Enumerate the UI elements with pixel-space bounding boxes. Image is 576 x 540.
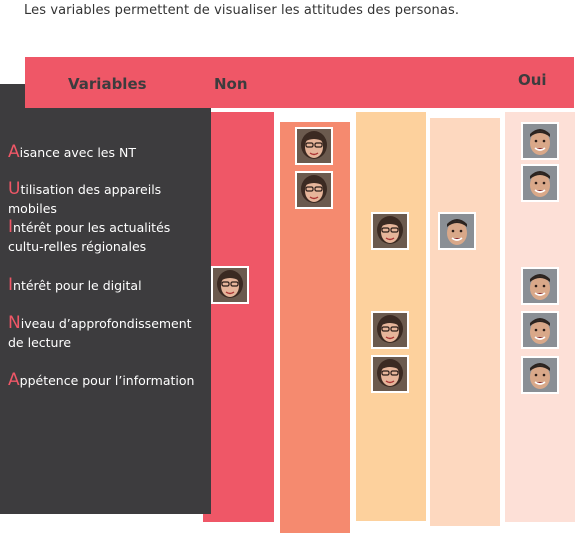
header-oui: Oui [518, 71, 547, 89]
persona-woman-avatar [295, 171, 333, 209]
persona-woman-avatar [211, 266, 249, 304]
persona-woman-avatar [371, 355, 409, 393]
intro-text: Les variables permettent de visualiser l… [24, 3, 460, 18]
persona-woman-avatar [371, 311, 409, 349]
header-non: Non [214, 75, 248, 93]
persona-man-avatar [521, 311, 559, 349]
scale-column-4 [430, 118, 500, 526]
persona-man-avatar [521, 164, 559, 202]
variable-aisance: Aisance avec les NT [8, 142, 136, 162]
variable-lecture: Niveau d’approfondissement de lecture [8, 313, 192, 351]
persona-man-avatar [521, 267, 559, 305]
persona-man-avatar [521, 122, 559, 160]
variable-information: Appétence pour l’information [8, 370, 195, 390]
variable-digital: Intérêt pour le digital [8, 275, 142, 295]
variable-utilisation: Utilisation des appareils mobiles [8, 179, 162, 217]
variable-actualites: Intérêt pour les actualités cultu-relles… [8, 217, 171, 255]
persona-woman-avatar [371, 212, 409, 250]
persona-woman-avatar [295, 127, 333, 165]
persona-man-avatar [438, 212, 476, 250]
header-variables: Variables [68, 75, 147, 93]
persona-man-avatar [521, 356, 559, 394]
scale-column-1 [203, 112, 274, 522]
